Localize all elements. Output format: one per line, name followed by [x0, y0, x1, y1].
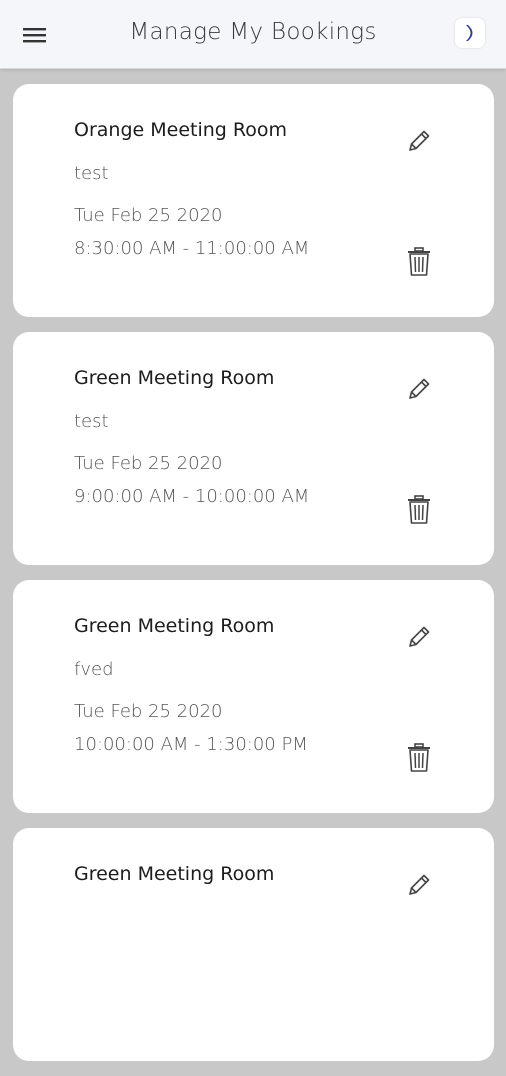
bookings-list: Orange Meeting Room test Tue Feb 25 2020…	[13, 84, 494, 1076]
edit-booking-button[interactable]	[402, 868, 436, 902]
app-header: Manage My Bookings	[0, 0, 506, 69]
booking-date: Tue Feb 25 2020	[74, 701, 223, 722]
booking-room-name: Orange Meeting Room	[74, 119, 287, 141]
trash-icon	[408, 495, 430, 524]
edit-booking-button[interactable]	[402, 372, 436, 406]
trash-icon	[408, 247, 430, 276]
pencil-icon	[409, 130, 430, 151]
delete-booking-button[interactable]	[403, 740, 435, 776]
pencil-icon	[409, 874, 430, 895]
booking-card[interactable]: Green Meeting Room test Tue Feb 25 2020 …	[13, 332, 494, 565]
booking-note: fved	[74, 659, 114, 680]
booking-date: Tue Feb 25 2020	[74, 205, 223, 226]
app-logo-icon	[466, 25, 473, 41]
booking-time-range: 10:00:00 AM - 1:30:00 PM	[74, 734, 308, 755]
booking-room-name: Green Meeting Room	[74, 615, 275, 637]
booking-note: test	[74, 163, 109, 184]
booking-card[interactable]: Green Meeting Room	[13, 828, 494, 1061]
booking-room-name: Green Meeting Room	[74, 367, 275, 389]
page-title: Manage My Bookings	[129, 19, 377, 45]
edit-booking-button[interactable]	[402, 124, 436, 158]
booking-time-range: 8:30:00 AM - 11:00:00 AM	[74, 238, 310, 259]
app-logo[interactable]	[455, 18, 485, 48]
booking-room-name: Green Meeting Room	[74, 863, 275, 885]
edit-booking-button[interactable]	[402, 620, 436, 654]
booking-card[interactable]: Orange Meeting Room test Tue Feb 25 2020…	[13, 84, 494, 317]
booking-note: test	[74, 411, 109, 432]
delete-booking-button[interactable]	[403, 492, 435, 528]
booking-date: Tue Feb 25 2020	[74, 453, 223, 474]
pencil-icon	[409, 378, 430, 399]
pencil-icon	[409, 626, 430, 647]
booking-time-range: 9:00:00 AM - 10:00:00 AM	[74, 486, 310, 507]
trash-icon	[408, 743, 430, 772]
delete-booking-button[interactable]	[403, 244, 435, 280]
booking-card[interactable]: Green Meeting Room fved Tue Feb 25 2020 …	[13, 580, 494, 813]
